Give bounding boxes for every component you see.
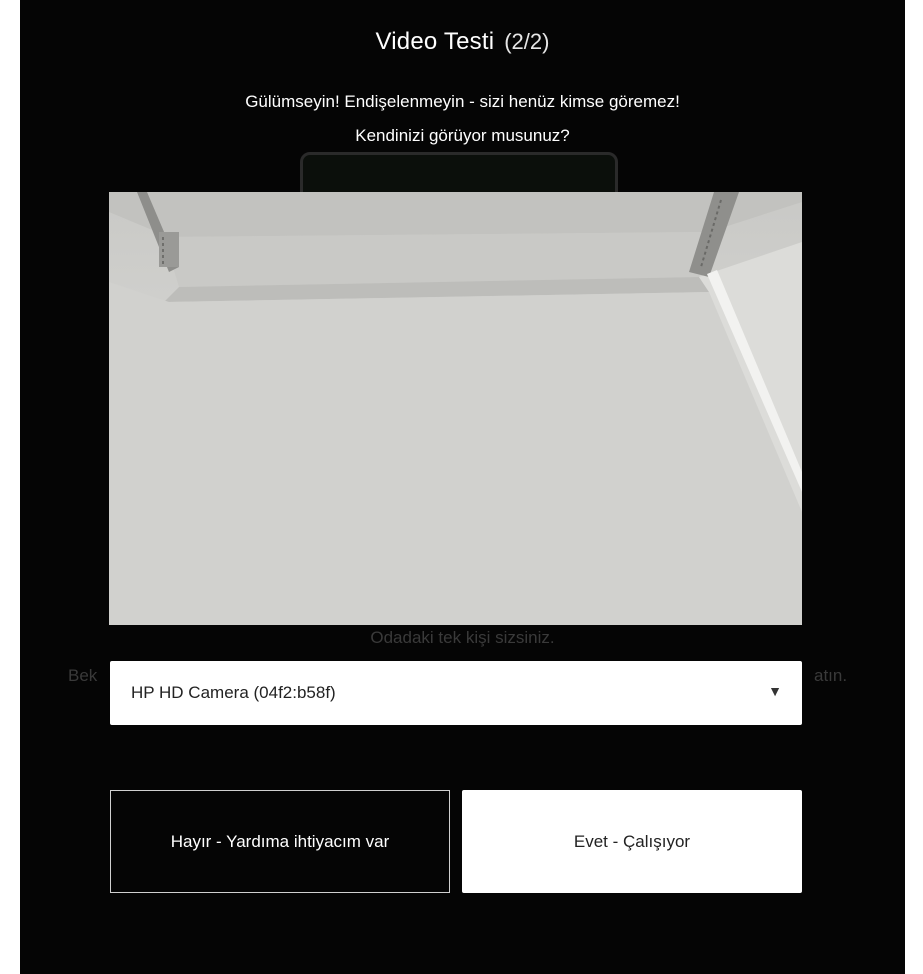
camera-preview-image (109, 192, 802, 625)
background-hint-right: atın. (814, 666, 848, 685)
subtitle-reassurance: Gülümseyin! Endişelenmeyin - sizi henüz … (245, 92, 680, 111)
yes-working-label: Evet - Çalışıyor (573, 831, 691, 851)
dropdown-triangle-icon[interactable]: ▼ (768, 683, 782, 699)
background-hint-left: Bek (68, 666, 98, 685)
camera-select[interactable]: HP HD Camera (04f2:b58f) ▼ (110, 661, 802, 725)
dialog-header: Video Testi (2/2) (20, 28, 905, 56)
no-need-help-button[interactable]: Hayır - Yardıma ihtiyacım var (110, 790, 450, 893)
video-test-dialog: Video Testi (2/2) Gülümseyin! Endişelenme… (20, 0, 905, 974)
camera-preview (109, 192, 802, 625)
step-indicator: (2/2) (504, 29, 550, 54)
yes-working-button[interactable]: Evet - Çalışıyor (462, 790, 802, 893)
camera-select-value: HP HD Camera (04f2:b58f) (131, 683, 336, 702)
background-hint-text: Odadaki tek kişi sizsiniz. (370, 628, 555, 647)
dialog-title: Video Testi (375, 28, 495, 55)
no-need-help-label: Hayır - Yardıma ihtiyacım var (170, 831, 390, 851)
subtitle-question: Kendinizi görüyor musunuz? (355, 126, 570, 145)
